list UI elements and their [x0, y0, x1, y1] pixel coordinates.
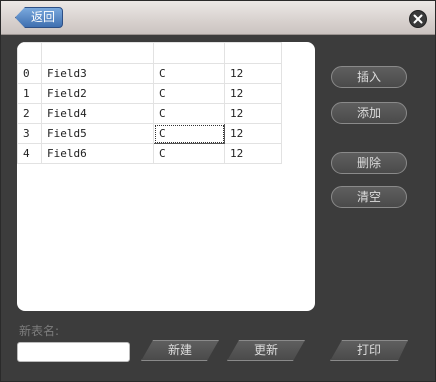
field-type-cell[interactable]: C	[153, 143, 225, 164]
field-type-cell[interactable]: C	[153, 63, 225, 84]
column-header[interactable]	[41, 42, 154, 64]
field-type-cell[interactable]: C	[153, 83, 225, 104]
field-type-cell-selected[interactable]: C	[153, 123, 225, 144]
field-length-cell[interactable]: 12	[224, 143, 282, 164]
field-name-cell[interactable]: Field3	[41, 63, 154, 84]
field-table-panel: 0 Field3 C 12 1 Field2 C 12 2 Field4 C 1…	[17, 42, 315, 311]
update-button[interactable]: 更新	[227, 340, 305, 361]
title-bar: 返回	[1, 1, 435, 35]
field-name-cell[interactable]: Field5	[41, 123, 154, 144]
field-table: 0 Field3 C 12 1 Field2 C 12 2 Field4 C 1…	[17, 42, 282, 164]
table-row[interactable]: 4 Field6 C 12	[17, 143, 282, 164]
field-name-cell[interactable]: Field6	[41, 143, 154, 164]
insert-button[interactable]: 插入	[331, 66, 407, 88]
close-icon	[413, 14, 423, 24]
table-row[interactable]: 3 Field5 C 12	[17, 123, 282, 144]
field-type-cell[interactable]: C	[153, 103, 225, 124]
print-button[interactable]: 打印	[330, 340, 408, 361]
row-index-cell[interactable]: 3	[17, 123, 42, 144]
new-table-name-label: 新表名:	[19, 324, 60, 338]
delete-button[interactable]: 删除	[331, 152, 407, 174]
field-name-cell[interactable]: Field2	[41, 83, 154, 104]
row-index-cell[interactable]: 0	[17, 63, 42, 84]
table-row[interactable]: 2 Field4 C 12	[17, 103, 282, 124]
row-index-cell[interactable]: 1	[17, 83, 42, 104]
dialog-window: 返回 0 Field3 C 12 1 Field2 C 12 2 Field4 …	[0, 0, 436, 382]
close-button[interactable]	[409, 10, 427, 28]
row-index-cell[interactable]: 4	[17, 143, 42, 164]
table-row[interactable]: 0 Field3 C 12	[17, 63, 282, 84]
field-length-cell[interactable]: 12	[224, 123, 282, 144]
create-button[interactable]: 新建	[141, 340, 219, 361]
new-table-name-input[interactable]	[17, 342, 130, 362]
field-length-cell[interactable]: 12	[224, 83, 282, 104]
column-header[interactable]	[17, 42, 42, 64]
table-header-row	[17, 42, 282, 64]
field-length-cell[interactable]: 12	[224, 103, 282, 124]
field-length-cell[interactable]: 12	[224, 63, 282, 84]
row-index-cell[interactable]: 2	[17, 103, 42, 124]
add-button[interactable]: 添加	[331, 102, 407, 124]
clear-button[interactable]: 清空	[331, 186, 407, 208]
column-header[interactable]	[224, 42, 282, 64]
field-name-cell[interactable]: Field4	[41, 103, 154, 124]
back-button[interactable]: 返回	[15, 7, 63, 28]
table-row[interactable]: 1 Field2 C 12	[17, 83, 282, 104]
column-header[interactable]	[153, 42, 225, 64]
